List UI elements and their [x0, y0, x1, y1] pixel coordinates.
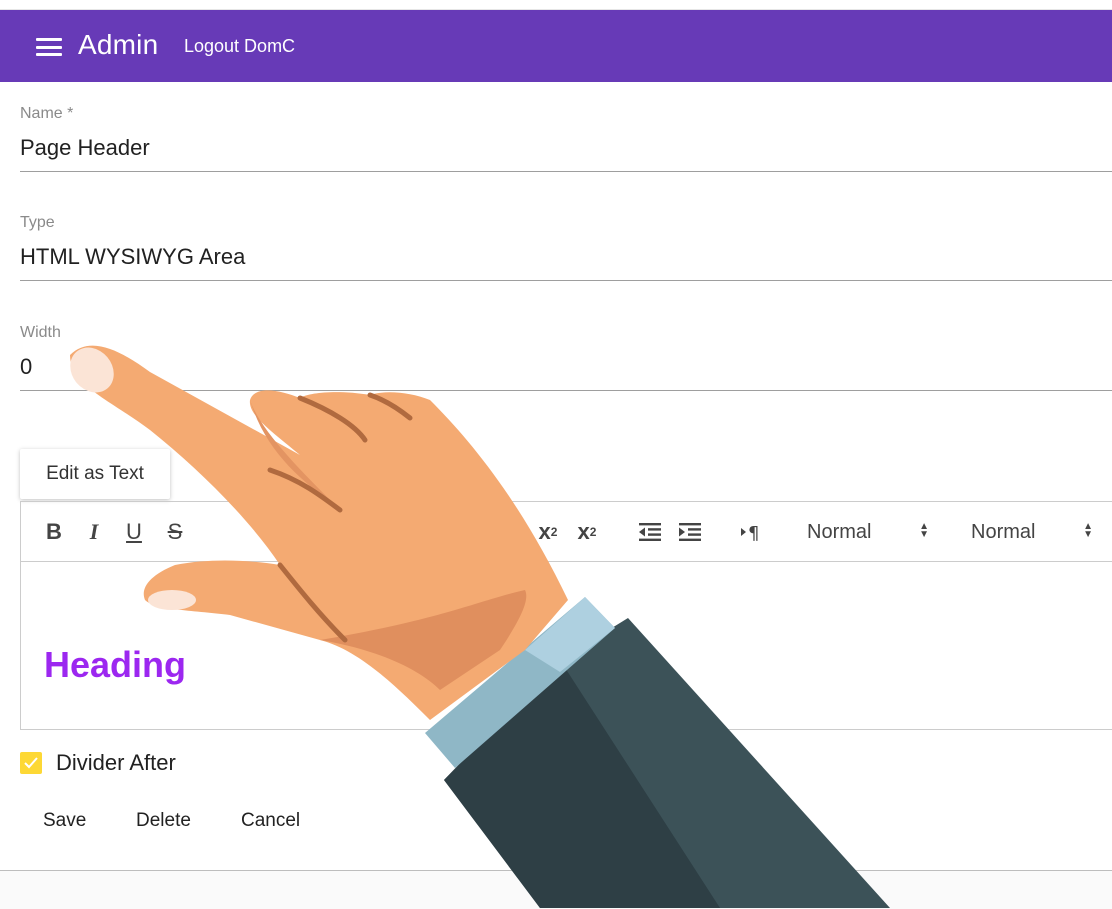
picker-arrows-icon: ▲ ▼	[1083, 521, 1093, 540]
divider-after-checkbox[interactable]	[20, 752, 42, 774]
save-button[interactable]: Save	[43, 810, 86, 832]
indent-icon[interactable]	[678, 517, 702, 547]
page-footer-area	[0, 870, 1112, 909]
superscript-button[interactable]: x2	[574, 517, 600, 547]
underline-button[interactable]: U	[123, 517, 145, 547]
editor-toolbar: B I U S x2 x2 ¶ Normal ▲ ▼ Normal ▲ ▼	[21, 502, 1112, 562]
type-select[interactable]: Type HTML WYSIWYG Area	[20, 209, 1112, 281]
app-title: Admin	[78, 29, 159, 60]
format-picker-label: Normal	[971, 520, 1036, 543]
strike-button[interactable]: S	[164, 517, 186, 547]
size-picker-label: Normal	[807, 520, 872, 543]
checkmark-icon	[24, 757, 38, 769]
hamburger-menu-icon[interactable]	[36, 38, 62, 56]
svg-text:¶: ¶	[748, 523, 759, 542]
content-heading[interactable]: Heading	[44, 644, 186, 686]
width-value[interactable]: 0	[20, 354, 32, 380]
format-picker[interactable]: Normal ▲ ▼	[971, 517, 1093, 547]
app-bar: Admin Logout DomC	[0, 10, 1112, 82]
name-label: Name *	[20, 105, 74, 122]
wysiwyg-editor[interactable]: B I U S x2 x2 ¶ Normal ▲ ▼ Normal ▲ ▼ Head…	[20, 501, 1112, 730]
outdent-icon[interactable]	[638, 517, 662, 547]
size-picker[interactable]: Normal ▲ ▼	[807, 517, 929, 547]
subscript-button[interactable]: x2	[535, 517, 561, 547]
superscript-mark: 2	[589, 525, 597, 539]
divider-after-label[interactable]: Divider After	[56, 750, 176, 776]
cancel-button[interactable]: Cancel	[241, 810, 300, 832]
editor-content[interactable]: Heading	[21, 562, 1112, 730]
subscript-base: x	[538, 519, 551, 544]
edit-as-text-button[interactable]: Edit as Text	[20, 449, 170, 499]
name-value[interactable]: Page Header	[20, 135, 150, 161]
width-label: Width	[20, 324, 61, 341]
type-value[interactable]: HTML WYSIWYG Area	[20, 244, 245, 270]
italic-button[interactable]: I	[83, 517, 105, 547]
bold-button[interactable]: B	[43, 517, 65, 547]
type-label: Type	[20, 214, 55, 231]
subscript-mark: 2	[550, 525, 558, 539]
browser-top-strip	[0, 0, 1112, 10]
width-field[interactable]: Width 0	[20, 319, 1112, 391]
logout-link[interactable]: Logout DomC	[184, 36, 295, 57]
delete-button[interactable]: Delete	[136, 810, 191, 832]
text-direction-icon[interactable]: ¶	[740, 517, 766, 547]
superscript-base: x	[577, 519, 590, 544]
name-field[interactable]: Name * Page Header	[20, 100, 1112, 172]
picker-arrows-icon: ▲ ▼	[919, 521, 929, 540]
